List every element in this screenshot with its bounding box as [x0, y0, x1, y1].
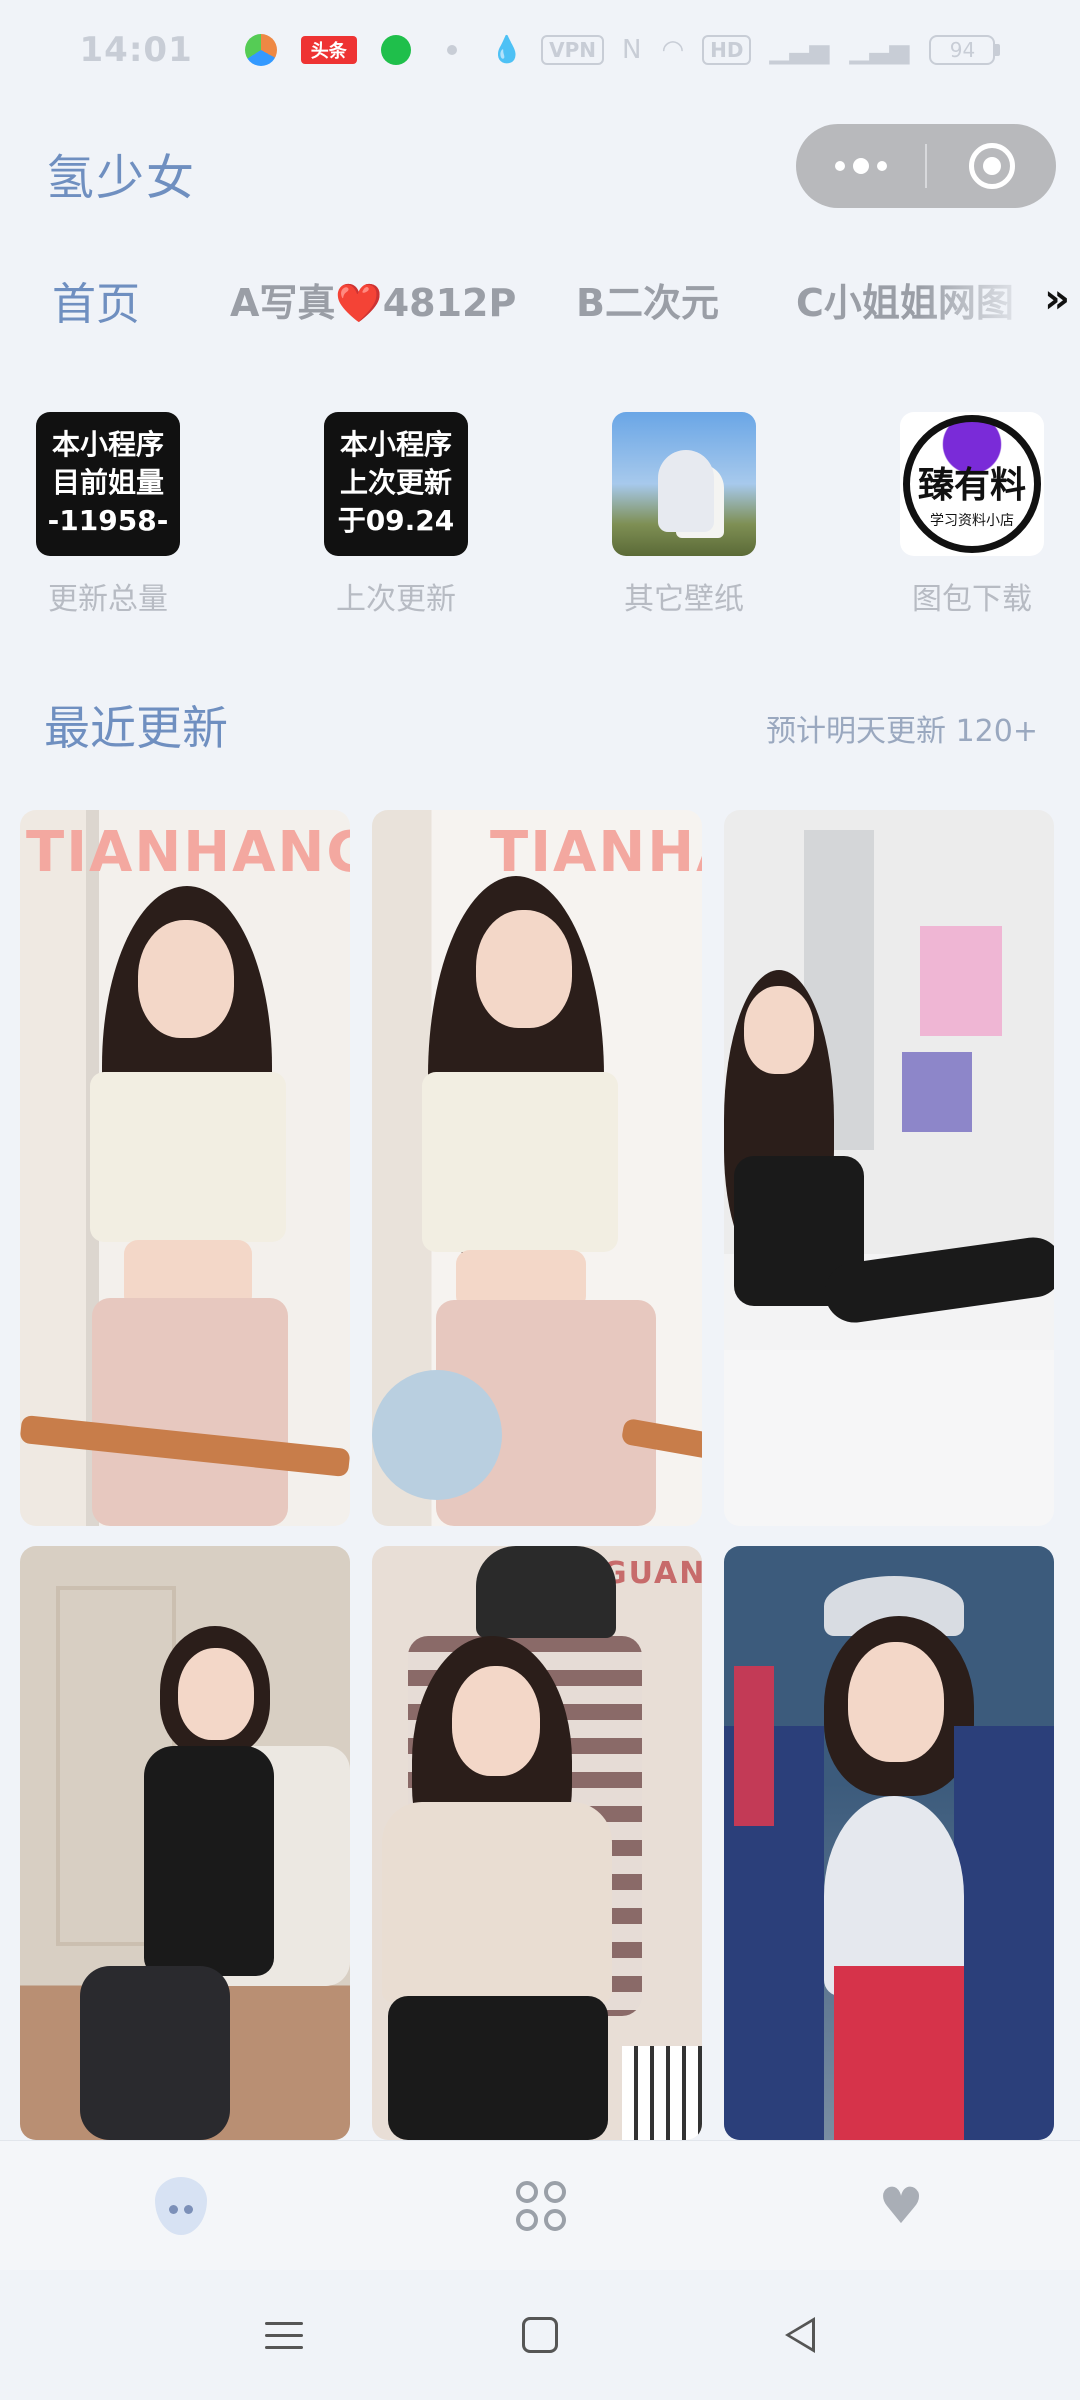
update-total-tile: 本小程序 目前姐量 -11958- — [36, 412, 180, 556]
tab-categories-bottom[interactable] — [506, 2171, 576, 2241]
tab-a-photos[interactable]: A写真❤️4812P — [230, 272, 516, 327]
category-last-update[interactable]: 本小程序 上次更新 于09.24 上次更新 — [316, 412, 476, 618]
close-circle-icon — [968, 143, 1015, 189]
photo-card[interactable] — [20, 1546, 350, 2140]
back-button[interactable] — [770, 2310, 830, 2360]
photo-card[interactable] — [724, 1546, 1054, 2140]
close-button[interactable] — [927, 124, 1056, 208]
zhenyouliao-logo: 臻有料 学习资料小店 — [900, 412, 1044, 556]
category-label: 其它壁纸 — [624, 582, 744, 617]
tab-home[interactable]: 首页 — [52, 268, 140, 332]
signal-icon: ▁▃▅ — [769, 35, 830, 65]
bottom-tab-bar: ♥ — [0, 2140, 1080, 2270]
droplet-mascot-icon — [155, 2177, 207, 2235]
app-title: 氢少女 — [46, 150, 197, 206]
photo-card[interactable]: GUANG — [372, 1546, 702, 2140]
tab-favorites-bottom[interactable]: ♥ — [866, 2171, 936, 2241]
status-time: 14:01 — [79, 30, 193, 70]
signal-icon: ▁▃▅ — [849, 35, 910, 65]
heart-icon: ♥ — [878, 2177, 924, 2235]
category-other-wallpapers[interactable]: 其它壁纸 — [604, 412, 764, 618]
battery-icon: 94 — [929, 35, 1001, 65]
status-bar: 14:01 头条 💧 VPN N ◠ HD ▁▃▅ ▁▃▅ 94 — [0, 0, 1080, 100]
battery-level: 94 — [929, 35, 996, 65]
tabs-more-icon[interactable]: » — [1044, 276, 1070, 322]
recent-apps-button[interactable] — [254, 2310, 314, 2360]
wallpaper-thumbnail — [612, 412, 756, 556]
dot-icon — [446, 45, 457, 55]
photo-card[interactable]: TIANHAI — [372, 810, 702, 1526]
more-dots-icon — [834, 161, 845, 171]
tab-b-anime[interactable]: B二次元 — [576, 272, 719, 327]
back-triangle-icon — [785, 2317, 815, 2353]
system-navigation-bar — [0, 2270, 1080, 2400]
category-label: 更新总量 — [48, 582, 168, 617]
photo-watermark: TIANHAI — [490, 820, 702, 885]
photo-watermark: GUANG — [602, 1556, 702, 1591]
grid-icon — [516, 2181, 566, 2231]
drop-icon: 💧 — [490, 35, 524, 65]
menu-icon — [265, 2321, 303, 2349]
wifi-icon: ◠ — [661, 35, 685, 65]
category-tabs: 首页 A写真❤️4812P B二次元 C小姐姐网图 » — [0, 262, 1080, 342]
category-label: 图包下载 — [912, 582, 1032, 617]
home-button[interactable] — [510, 2310, 570, 2360]
vpn-icon: VPN — [541, 35, 604, 65]
section-note: 预计明天更新 120+ — [766, 714, 1038, 749]
photo-card[interactable] — [724, 810, 1054, 1526]
last-update-tile: 本小程序 上次更新 于09.24 — [324, 412, 468, 556]
hd-icon: HD — [702, 35, 752, 65]
toutiao-icon: 头条 — [300, 36, 357, 64]
category-pack-download[interactable]: 臻有料 学习资料小店 图包下载 — [892, 412, 1052, 618]
square-icon — [522, 2317, 558, 2353]
category-label: 上次更新 — [336, 582, 456, 617]
category-update-total[interactable]: 本小程序 目前姐量 -11958- 更新总量 — [28, 412, 188, 618]
more-button[interactable] — [796, 124, 925, 208]
section-title: 最近更新 — [44, 701, 228, 755]
nfc-icon: N — [622, 35, 642, 65]
photo-card[interactable]: TIANHANG — [20, 810, 350, 1526]
tab-home-bottom[interactable] — [146, 2171, 216, 2241]
app-header: 氢少女 — [0, 120, 1080, 212]
photo-watermark: TIANHANG — [26, 820, 350, 885]
miniprogram-capsule — [796, 124, 1056, 208]
green-app-icon — [380, 35, 411, 65]
multicolor-app-icon — [244, 34, 277, 66]
